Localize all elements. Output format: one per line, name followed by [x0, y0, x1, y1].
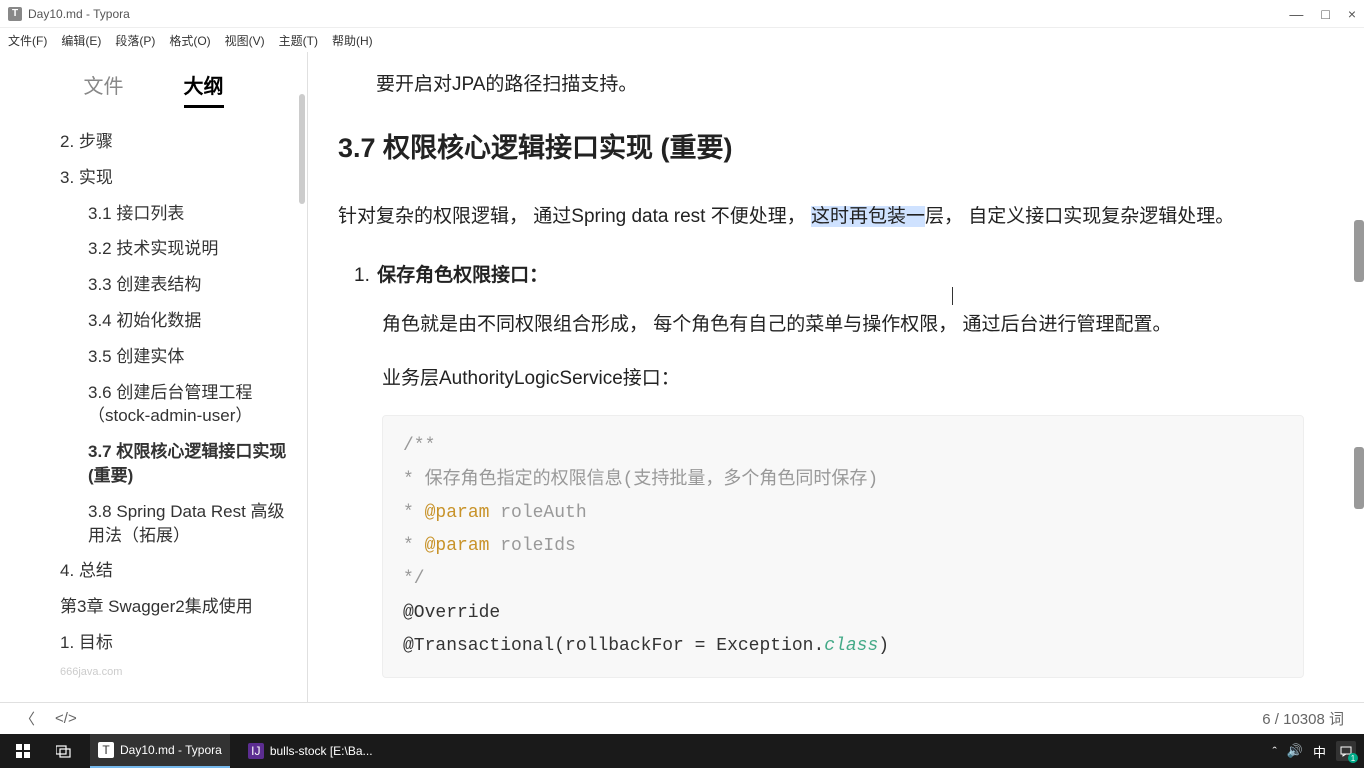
outline-item[interactable]: 4. 总结 — [0, 553, 307, 589]
tab-outline[interactable]: 大纲 — [184, 70, 224, 108]
taskbar-app-intellij[interactable]: IJ bulls-stock [E:\Ba... — [240, 734, 381, 768]
window-title: Day10.md - Typora — [28, 7, 1289, 21]
title-bar: T Day10.md - Typora — □ × — [0, 0, 1364, 28]
outline-item[interactable]: 2. 步骤 — [0, 124, 307, 160]
outline-list: 2. 步骤3. 实现3.1 接口列表3.2 技术实现说明3.3 创建表结构3.4… — [0, 118, 307, 698]
menu-edit[interactable]: 编辑(E) — [61, 32, 101, 49]
menu-help[interactable]: 帮助(H) — [332, 32, 373, 49]
outline-item[interactable]: 3.7 权限核心逻辑接口实现 (重要) — [0, 434, 307, 494]
outline-item[interactable]: 3.1 接口列表 — [0, 196, 307, 232]
taskbar-app-typora[interactable]: T Day10.md - Typora — [90, 734, 230, 768]
menu-format[interactable]: 格式(O) — [169, 32, 210, 49]
section-heading: 3.7 权限核心逻辑接口实现 (重要) — [338, 124, 1304, 173]
tray-notifications[interactable]: 1 — [1336, 741, 1356, 761]
item-paragraph-1: 角色就是由不同权限组合形成， 每个角色有自己的菜单与操作权限， 通过后台进行管理… — [382, 307, 1304, 343]
watermark: 666java.com — [60, 666, 122, 678]
menu-paragraph[interactable]: 段落(P) — [115, 32, 155, 49]
notification-badge: 1 — [1348, 753, 1358, 763]
content-scroll-indicator-2[interactable] — [1354, 447, 1364, 509]
item-paragraph-2: 业务层AuthorityLogicService接口： — [382, 361, 1304, 397]
tab-files[interactable]: 文件 — [84, 70, 124, 108]
windows-icon — [16, 744, 30, 758]
sidebar: 文件 大纲 2. 步骤3. 实现3.1 接口列表3.2 技术实现说明3.3 创建… — [0, 52, 308, 702]
tray-volume-icon[interactable]: 🔊 — [1287, 743, 1303, 759]
menu-file[interactable]: 文件(F) — [8, 32, 47, 49]
sidebar-scrollbar[interactable] — [299, 94, 305, 204]
status-bar: 〈 </> 6 / 10308 词 — [0, 702, 1364, 734]
word-count[interactable]: 6 / 10308 词 — [1262, 708, 1344, 729]
code-block: /** * 保存角色指定的权限信息(支持批量，多个角色同时保存) * @para… — [382, 415, 1304, 678]
menu-bar: 文件(F) 编辑(E) 段落(P) 格式(O) 视图(V) 主题(T) 帮助(H… — [0, 28, 1364, 52]
maximize-button[interactable]: □ — [1321, 6, 1329, 22]
outline-item[interactable]: 3.2 技术实现说明 — [0, 231, 307, 267]
start-button[interactable] — [8, 734, 38, 768]
outline-item[interactable]: 第3章 Swagger2集成使用 — [0, 589, 307, 625]
text-cursor — [952, 287, 953, 305]
content-scroll-indicator-1[interactable] — [1354, 220, 1364, 282]
outline-item[interactable]: 3.6 创建后台管理工程（stock-admin-user） — [0, 375, 307, 435]
app-icon: T — [8, 7, 22, 21]
tray-chevron-icon[interactable]: ˆ — [1272, 744, 1276, 759]
task-view-button[interactable] — [48, 734, 80, 768]
editor-content[interactable]: 要开启对JPA的路径扫描支持。 3.7 权限核心逻辑接口实现 (重要) 针对复杂… — [308, 52, 1364, 702]
outline-item[interactable]: 3.5 创建实体 — [0, 339, 307, 375]
source-mode-icon[interactable]: </> — [55, 710, 77, 727]
intellij-icon: IJ — [248, 743, 264, 759]
ordered-item-1: 1. 保存角色权限接口： 角色就是由不同权限组合形成， 每个角色有自己的菜单与操… — [354, 259, 1304, 678]
menu-view[interactable]: 视图(V) — [225, 32, 265, 49]
section-description: 针对复杂的权限逻辑， 通过Spring data rest 不便处理， 这时再包… — [338, 199, 1304, 235]
windows-taskbar: T Day10.md - Typora IJ bulls-stock [E:\B… — [0, 734, 1364, 768]
typora-icon: T — [98, 742, 114, 758]
prev-section-tail: 要开启对JPA的路径扫描支持。 — [376, 68, 1304, 102]
tray-ime[interactable]: 中 — [1313, 742, 1326, 761]
close-button[interactable]: × — [1348, 6, 1356, 22]
menu-theme[interactable]: 主题(T) — [279, 32, 318, 49]
outline-item[interactable]: 3.3 创建表结构 — [0, 267, 307, 303]
outline-item[interactable]: 3. 实现 — [0, 160, 307, 196]
outline-item[interactable]: 3.4 初始化数据 — [0, 303, 307, 339]
task-view-icon — [56, 744, 72, 758]
outline-item[interactable]: 1. 目标 — [0, 625, 307, 661]
selected-text: 这时再包装一 — [811, 206, 925, 227]
minimize-button[interactable]: — — [1289, 6, 1303, 22]
back-icon[interactable]: 〈 — [20, 708, 35, 729]
outline-item[interactable]: 3.8 Spring Data Rest 高级用法（拓展） — [0, 494, 307, 554]
